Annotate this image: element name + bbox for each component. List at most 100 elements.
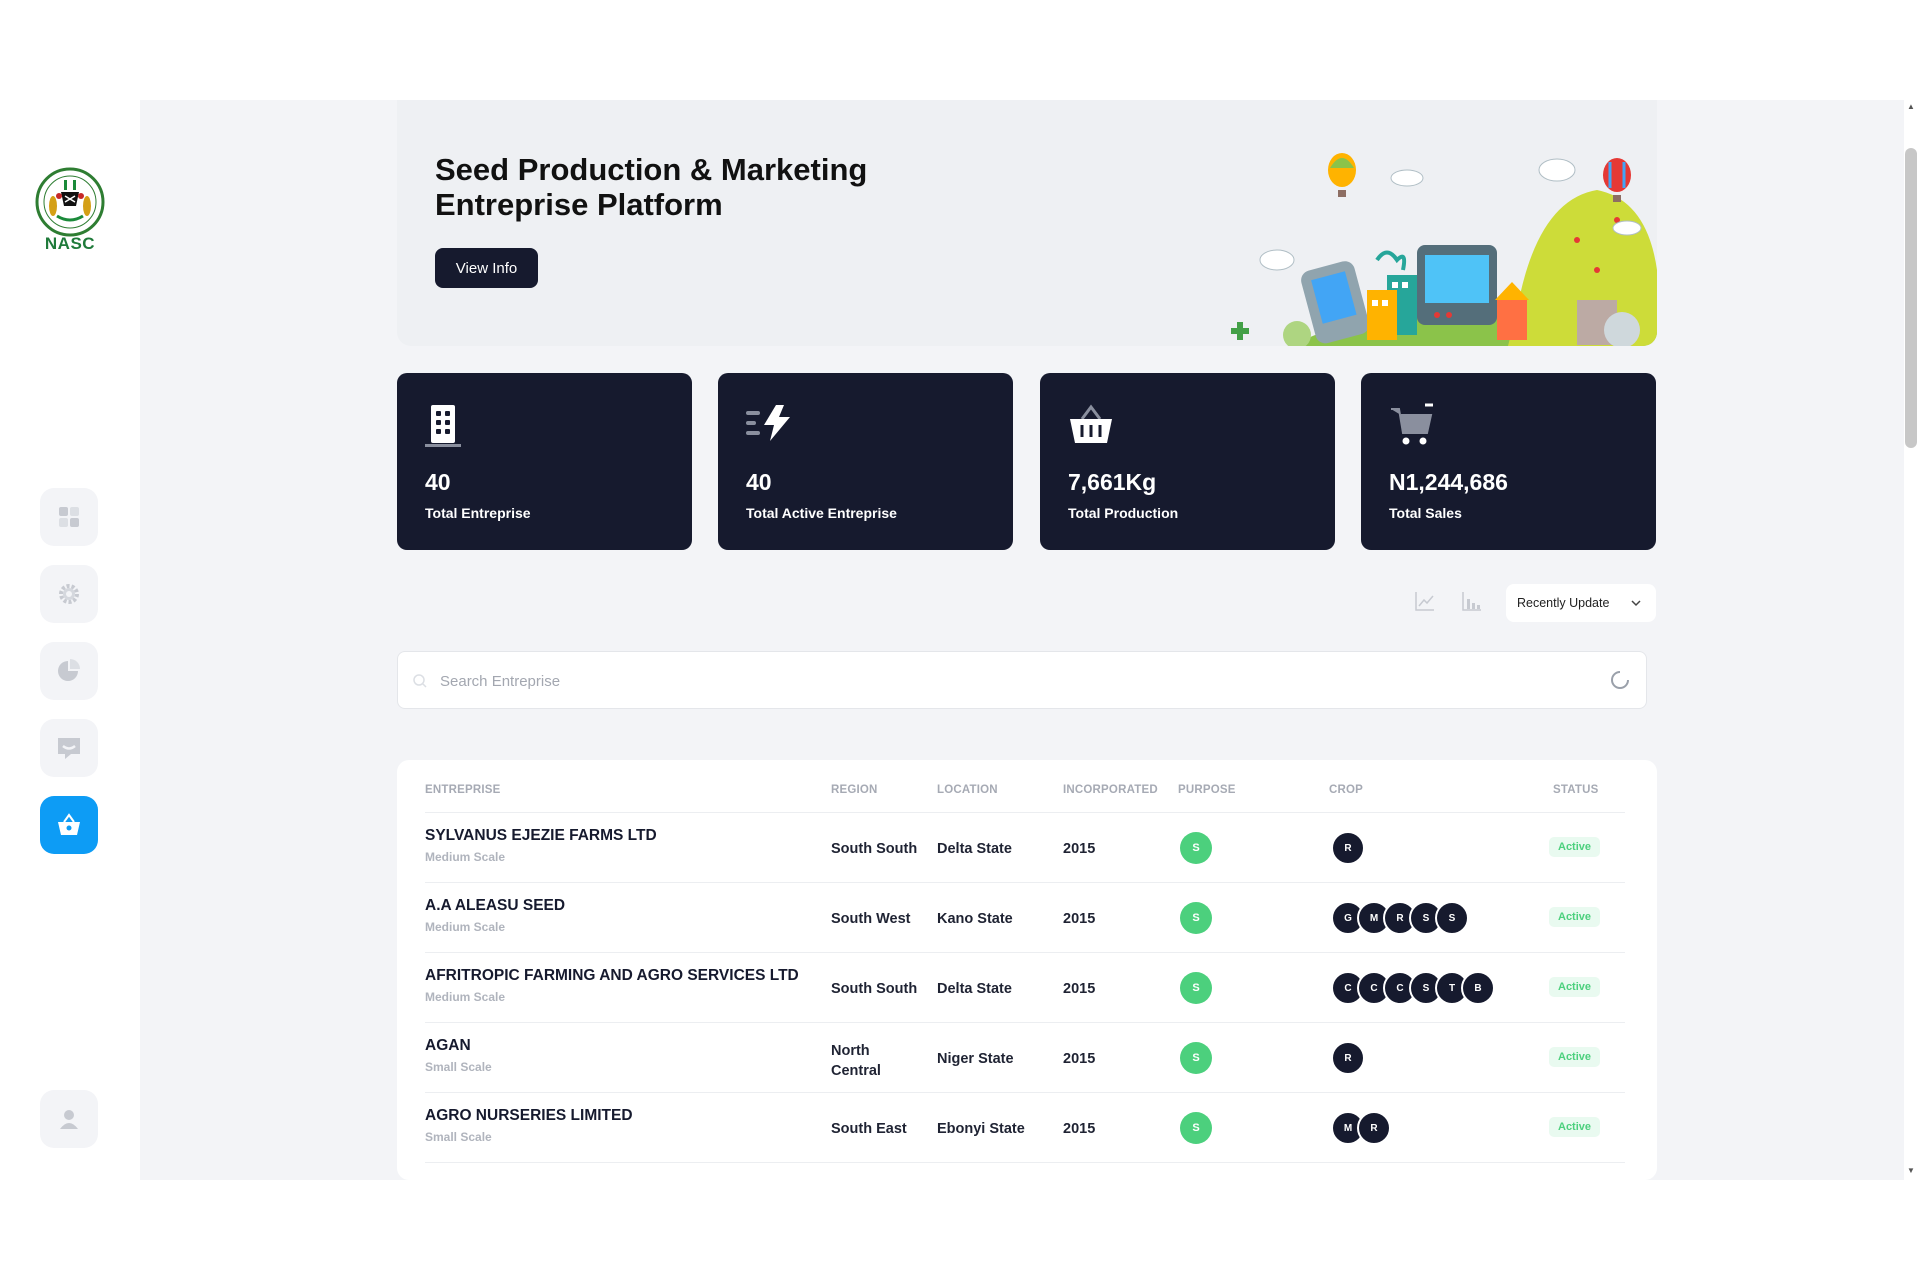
status-badge: Active (1549, 837, 1601, 857)
chevron-down-icon (1631, 600, 1641, 607)
building-icon (425, 405, 461, 447)
user-icon (60, 1110, 78, 1129)
location-cell: Ebonyi State (937, 1121, 1025, 1137)
nav-dashboard[interactable] (40, 488, 98, 546)
column-header-location[interactable]: LOCATION (937, 784, 998, 796)
region-cell: South South (831, 981, 918, 997)
table-row[interactable]: AGAN Small Scale North Central Niger Sta… (425, 1022, 1625, 1093)
nav-enterprise[interactable] (40, 796, 98, 854)
table-row[interactable]: A.A ALEASU SEED Medium Scale South West … (425, 882, 1625, 953)
stat-label: Total Sales (1389, 505, 1462, 521)
entreprise-name[interactable]: SYLVANUS EJEZIE FARMS LTD (425, 827, 657, 845)
search-input[interactable] (438, 664, 1562, 698)
column-header-status[interactable]: STATUS (1553, 784, 1599, 796)
table-row[interactable]: AFRITROPIC FARMING AND AGRO SERVICES LTD… (425, 952, 1625, 1023)
crop-list: G M R S S (1331, 901, 1469, 935)
pie-chart-icon (58, 659, 80, 681)
scrollbar-thumb[interactable] (1905, 148, 1917, 448)
nav-messages[interactable] (40, 719, 98, 777)
incorporated-cell: 2015 (1063, 981, 1096, 997)
table-row[interactable]: SYLVANUS EJEZIE FARMS LTD Medium Scale S… (425, 812, 1625, 883)
stat-label: Total Entreprise (425, 505, 531, 521)
scroll-down-arrow-icon[interactable]: ▼ (1906, 1166, 1916, 1175)
status-badge: Active (1549, 1047, 1601, 1067)
stat-card-total-production[interactable]: 7,661Kg Total Production (1040, 373, 1335, 550)
location-cell: Kano State (937, 911, 1013, 927)
crop-list: R (1331, 1041, 1365, 1075)
entreprise-scale: Medium Scale (425, 920, 506, 934)
region-cell: South South (831, 841, 918, 857)
entreprise-name[interactable]: A.A ALEASU SEED (425, 897, 565, 915)
entreprise-scale: Medium Scale (425, 850, 506, 864)
basket-icon (58, 813, 80, 835)
stat-value: 40 (425, 469, 451, 495)
grid-icon (59, 507, 79, 527)
message-icon (58, 738, 80, 759)
stat-label: Total Production (1068, 505, 1179, 521)
hero-title: Seed Production & Marketing Entreprise P… (435, 152, 868, 222)
search-bar (397, 651, 1647, 709)
sort-dropdown[interactable]: Recently Update (1506, 584, 1656, 622)
status-badge: Active (1549, 1117, 1601, 1137)
status-badge: Active (1549, 977, 1601, 997)
line-chart-icon[interactable] (1414, 590, 1436, 612)
entreprise-scale: Medium Scale (425, 990, 506, 1004)
purpose-badge: S (1180, 1042, 1212, 1074)
seal-icon (35, 167, 105, 237)
entreprise-scale: Small Scale (425, 1130, 492, 1144)
column-header-crop[interactable]: CROP (1329, 784, 1363, 796)
purpose-badge: S (1180, 972, 1212, 1004)
status-badge: Active (1549, 907, 1601, 927)
bar-chart-icon[interactable] (1461, 590, 1483, 612)
nav-profile[interactable] (40, 1090, 98, 1148)
crop-list: R (1331, 831, 1365, 865)
location-cell: Delta State (937, 841, 1012, 857)
column-header-region[interactable]: REGION (831, 784, 878, 796)
crop-badge: S (1435, 901, 1469, 935)
stat-label: Total Active Entreprise (746, 505, 897, 521)
location-cell: Niger State (937, 1051, 1014, 1067)
nav-reports[interactable] (40, 642, 98, 700)
city-illustration (1231, 153, 1657, 346)
entreprise-name[interactable]: AFRITROPIC FARMING AND AGRO SERVICES LTD (425, 967, 799, 985)
view-info-button[interactable]: View Info (435, 248, 538, 288)
purpose-badge: S (1180, 1112, 1212, 1144)
incorporated-cell: 2015 (1063, 841, 1096, 857)
incorporated-cell: 2015 (1063, 911, 1096, 927)
crop-list: M R (1331, 1111, 1391, 1145)
nav-settings[interactable] (40, 565, 98, 623)
region-cell: South West (831, 911, 911, 927)
scroll-up-arrow-icon[interactable]: ▲ (1906, 102, 1916, 111)
stat-value: 40 (746, 469, 772, 495)
entreprise-scale: Small Scale (425, 1060, 492, 1074)
sidebar: NASC (0, 100, 140, 1180)
region-cell: South East (831, 1121, 907, 1137)
stat-card-total-sales[interactable]: N1,244,686 Total Sales (1361, 373, 1656, 550)
incorporated-cell: 2015 (1063, 1051, 1096, 1067)
incorporated-cell: 2015 (1063, 1121, 1096, 1137)
loading-spinner-icon (1611, 671, 1629, 689)
stat-card-active-entreprise[interactable]: 40 Total Active Entreprise (718, 373, 1013, 550)
table-row[interactable] (425, 1162, 1625, 1180)
entreprise-name[interactable]: AGRO NURSERIES LIMITED (425, 1107, 633, 1125)
column-header-purpose[interactable]: PURPOSE (1178, 784, 1236, 796)
location-cell: Delta State (937, 981, 1012, 997)
crop-badge: R (1357, 1111, 1391, 1145)
gear-icon (59, 584, 79, 604)
nasc-logo[interactable]: NASC (28, 166, 112, 254)
table-row[interactable]: AGRO NURSERIES LIMITED Small Scale South… (425, 1092, 1625, 1163)
entreprise-table: ENTREPRISE REGION LOCATION INCORPORATED … (397, 760, 1657, 1180)
entreprise-name[interactable]: AGAN (425, 1037, 471, 1055)
stat-value: 7,661Kg (1068, 469, 1157, 495)
purpose-badge: S (1180, 902, 1212, 934)
stat-value: N1,244,686 (1389, 469, 1508, 495)
basket-icon (1070, 404, 1112, 443)
cart-icon (1391, 403, 1433, 445)
crop-badge: B (1461, 971, 1495, 1005)
logo-text: NASC (44, 234, 96, 253)
bolt-icon (746, 405, 790, 441)
column-header-entreprise[interactable]: ENTREPRISE (425, 784, 501, 796)
stat-card-total-entreprise[interactable]: 40 Total Entreprise (397, 373, 692, 550)
column-header-incorporated[interactable]: INCORPORATED (1063, 784, 1158, 796)
region-cell: North Central (831, 1043, 881, 1079)
